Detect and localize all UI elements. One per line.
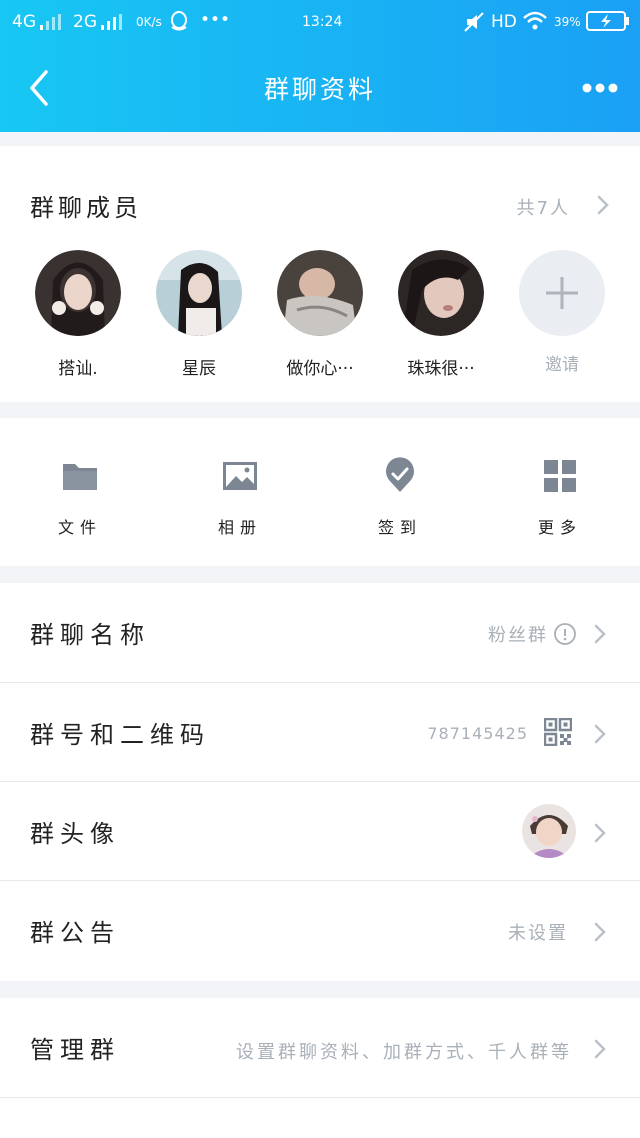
signal-bars-icon [40,14,61,30]
checkin-icon [386,457,414,492]
row-label: 群号和二维码 [30,721,210,749]
member-item[interactable]: 搭讪. [28,250,128,379]
member-name: 星辰 [182,359,216,379]
chevron-right-icon [594,922,606,942]
tools-section: 文件 相册 签到 更多 [0,418,640,566]
row-label: 群聊名称 [30,621,150,649]
battery-icon [586,11,629,31]
tool-label: 文件 [57,518,102,537]
more-dots-icon [582,83,618,93]
group-avatar [522,804,576,858]
row-value: 787145425 [427,724,528,743]
page-title: 群聊资料 [263,75,376,104]
row-manage-group[interactable]: 管理群 设置群聊资料、加群方式、千人群等 [0,998,640,1098]
chevron-right-icon [594,624,606,644]
row-group-name[interactable]: 群聊名称 粉丝群 [0,583,640,682]
mute-icon [464,12,484,32]
manage-section: 管理群 设置群聊资料、加群方式、千人群等 [0,998,640,1138]
row-label: 群头像 [30,820,120,848]
members-count[interactable]: 共7人 [517,194,570,220]
qq-icon [171,11,187,31]
member-avatar [398,250,484,336]
tool-label: 更多 [537,518,582,537]
chevron-right-icon [594,823,606,843]
chevron-right-icon [594,1039,606,1059]
tool-more[interactable]: 更多 [505,456,615,538]
status-bar: 4G 2G 0K/s ••• 13:24 HD 39% [0,0,640,44]
image-icon [223,462,257,490]
tool-label: 相册 [217,518,262,537]
member-item[interactable]: 做你心··· [270,250,370,379]
tool-files[interactable]: 文件 [25,456,135,538]
settings-list: 群聊名称 粉丝群 群号和二维码 787145425 群头像 群公告 未设置 [0,583,640,981]
row-label: 管理群 [30,1036,120,1064]
members-section: 群聊成员 共7人 搭讪. 星辰 做你心··· 珠珠很··· 邀请 [0,146,640,402]
member-name: 珠珠很··· [407,359,475,379]
member-avatar [156,250,242,336]
member-avatar [277,250,363,336]
plus-icon [546,277,578,309]
chevron-right-icon [594,724,606,744]
row-group-avatar[interactable]: 群头像 [0,781,640,880]
more-options-button[interactable] [580,74,620,102]
title-bar: 群聊资料 [0,44,640,132]
tool-label: 签到 [377,518,422,537]
folder-icon [63,464,97,490]
chevron-right-icon[interactable] [596,194,610,216]
signal-2-label: 2G [73,12,97,32]
invite-circle [519,250,605,336]
invite-label: 邀请 [545,355,579,375]
row-group-id[interactable]: 群号和二维码 787145425 [0,682,640,781]
battery-percent: 39% [554,15,581,29]
member-avatar [35,250,121,336]
qr-code-icon[interactable] [544,718,572,746]
member-item[interactable]: 珠珠很··· [391,250,491,379]
status-more-label: ••• [200,10,231,30]
tool-album[interactable]: 相册 [185,456,295,538]
row-value: 未设置 [508,923,568,944]
header-bar: 4G 2G 0K/s ••• 13:24 HD 39% 群聊资料 [0,0,640,132]
net-speed-label: 0K/s [136,15,162,29]
signal-bars-2-icon [101,14,122,30]
row-notice[interactable]: 群公告 未设置 [0,880,640,979]
wifi-icon [523,11,547,30]
info-icon[interactable] [553,622,577,646]
members-title: 群聊成员 [30,194,142,222]
grid-icon [544,460,576,492]
signal-1-label: 4G [12,12,36,32]
member-name: 做你心··· [286,359,354,379]
tool-checkin[interactable]: 签到 [345,456,455,538]
member-name: 搭讪. [58,359,98,379]
member-item[interactable]: 星辰 [149,250,249,379]
time-label: 13:24 [302,14,343,30]
row-label: 群公告 [30,919,120,947]
row-value: 粉丝群 [488,625,548,646]
manage-hint: 设置群聊资料、加群方式、千人群等 [236,1042,572,1063]
invite-button[interactable]: 邀请 [512,250,612,375]
hd-label: HD [491,12,517,32]
